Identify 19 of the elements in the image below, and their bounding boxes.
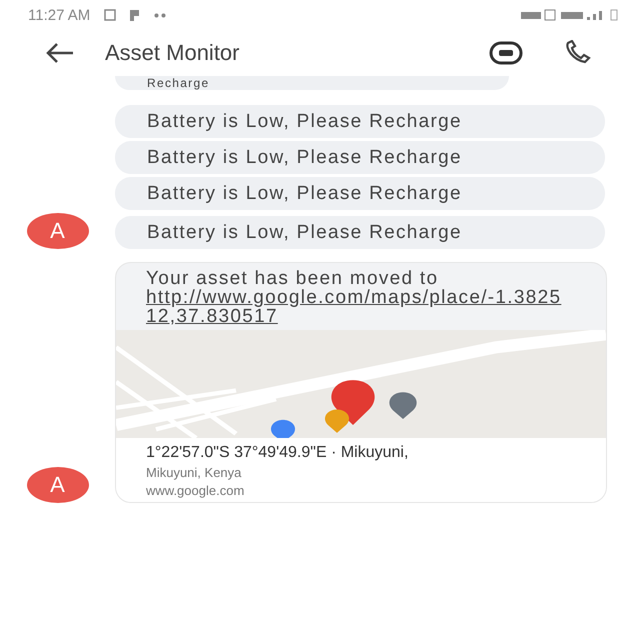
flag-icon: [130, 9, 140, 21]
site-text: www.google.com: [146, 483, 246, 498]
avatar[interactable]: A: [26, 213, 88, 249]
address-text: Mikuyuni, Kenya: [146, 465, 242, 480]
video-call-icon[interactable]: [489, 40, 523, 66]
message-text: Your asset has been moved to: [146, 269, 440, 288]
message-bubble: Recharge: [115, 76, 509, 90]
more-dots-icon: [154, 12, 166, 18]
message-bubble: Battery is Low, Please Recharge: [115, 105, 605, 138]
map-link[interactable]: http://www.google.com/maps/place/-1.382512,37.830517: [146, 288, 566, 326]
message-bubble: Battery is Low, Please Recharge: [115, 141, 605, 174]
avatar[interactable]: A: [26, 467, 88, 503]
square-icon: [104, 9, 116, 21]
status-time: 11:27 AM: [28, 6, 90, 24]
message-bubble: Battery is Low, Please Recharge: [115, 177, 605, 210]
conversation-title: Asset Monitor: [105, 40, 240, 66]
address-text: 1°22'57.0"S 37°49'49.9"E · Mikuyuni,: [146, 444, 410, 462]
back-arrow-icon[interactable]: [45, 42, 75, 64]
message-bubble: Battery is Low, Please Recharge: [115, 216, 605, 249]
